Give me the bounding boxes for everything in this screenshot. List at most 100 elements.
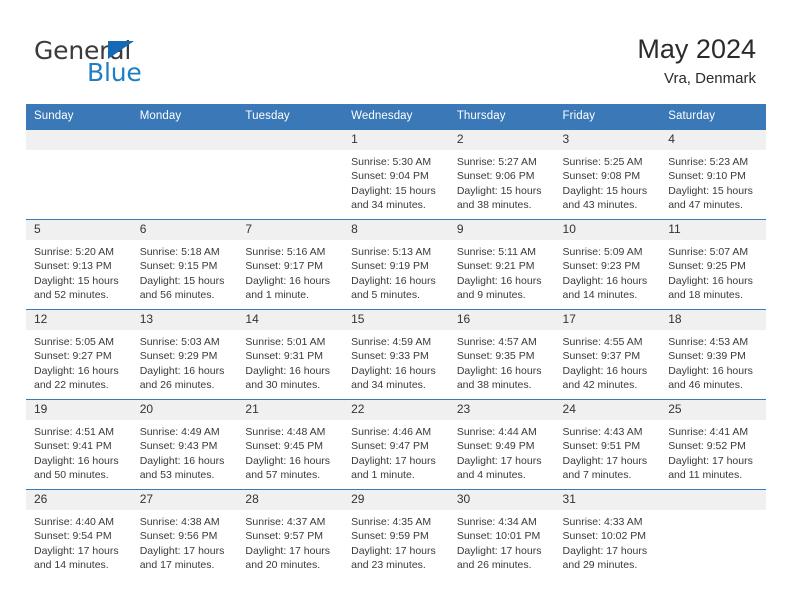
calendar-day-cell[interactable]: 12 Sunrise: 5:05 AM Sunset: 9:27 PM Dayligh… bbox=[26, 309, 132, 400]
daylight-text-line2: and 7 minutes. bbox=[562, 469, 632, 482]
calendar-week-row: 12 Sunrise: 5:05 AM Sunset: 9:27 PM Dayligh… bbox=[26, 309, 766, 400]
day-number: 21 bbox=[237, 400, 344, 420]
weekday-header-wednesday: Wednesday bbox=[343, 104, 449, 130]
day-number: 5 bbox=[26, 220, 132, 240]
day-number: 19 bbox=[26, 400, 132, 420]
calendar-day-cell[interactable]: 29 Sunrise: 4:35 AM Sunset: 9:59 PM Dayligh… bbox=[343, 489, 449, 579]
sunrise-text: Sunrise: 5:27 AM bbox=[456, 156, 537, 168]
sunrise-text: Sunrise: 5:11 AM bbox=[456, 246, 536, 258]
daylight-text-line1: Daylight: 16 hours bbox=[139, 364, 225, 377]
sunset-text: Sunset: 9:17 PM bbox=[245, 260, 324, 273]
calendar-day-cell[interactable]: 5 Sunrise: 5:20 AM Sunset: 9:13 PM Daylight… bbox=[26, 219, 132, 310]
calendar-day-cell[interactable]: 25 Sunrise: 4:41 AM Sunset: 9:52 PM Dayligh… bbox=[660, 399, 766, 490]
daylight-text-line1: Daylight: 17 hours bbox=[351, 544, 436, 557]
sunrise-text: Sunrise: 5:16 AM bbox=[245, 246, 326, 258]
daylight-text-line2: and 26 minutes. bbox=[139, 379, 215, 392]
day-details: Sunrise: 4:59 AM Sunset: 9:33 PM Daylight:… bbox=[343, 330, 449, 393]
sunrise-text: Sunrise: 5:05 AM bbox=[34, 336, 114, 348]
calendar-day-cell[interactable]: 15 Sunrise: 4:59 AM Sunset: 9:33 PM Dayligh… bbox=[343, 309, 449, 400]
title-block: May 2024 Vra, Denmark bbox=[637, 33, 756, 88]
logo-text-blue: Blue bbox=[87, 58, 142, 87]
calendar-day-cell[interactable]: 6 Sunrise: 5:18 AM Sunset: 9:15 PM Daylight… bbox=[131, 219, 238, 310]
daylight-text-line2: and 1 minute. bbox=[245, 289, 310, 302]
sunset-text: Sunset: 9:56 PM bbox=[139, 530, 218, 543]
calendar-day-cell[interactable]: 30 Sunrise: 4:34 AM Sunset: 10:01 PM Daylig… bbox=[448, 489, 555, 579]
sunrise-text: Sunrise: 4:35 AM bbox=[351, 516, 432, 528]
sunset-text: Sunset: 10:02 PM bbox=[562, 530, 646, 543]
sunset-text: Sunset: 9:33 PM bbox=[351, 350, 429, 363]
calendar-day-cell[interactable]: 4 Sunrise: 5:23 AM Sunset: 9:10 PM Daylight… bbox=[660, 129, 766, 220]
day-details: Sunrise: 4:35 AM Sunset: 9:59 PM Daylight:… bbox=[343, 510, 449, 573]
calendar-day-cell[interactable]: 24 Sunrise: 4:43 AM Sunset: 9:51 PM Dayligh… bbox=[554, 399, 661, 490]
day-number: 2 bbox=[448, 130, 555, 150]
day-number: 18 bbox=[660, 310, 766, 330]
daylight-text-line2: and 20 minutes. bbox=[245, 559, 321, 572]
calendar-day-cell[interactable]: 14 Sunrise: 5:01 AM Sunset: 9:31 PM Dayligh… bbox=[237, 309, 344, 400]
weekday-header-tuesday: Tuesday bbox=[237, 104, 344, 130]
daylight-text-line2: and 46 minutes. bbox=[668, 379, 743, 392]
calendar-week-row: 1 Sunrise: 5:30 AM Sunset: 9:04 PM Daylight… bbox=[26, 129, 766, 220]
sunrise-text: Sunrise: 4:38 AM bbox=[139, 516, 220, 528]
sunset-text: Sunset: 9:29 PM bbox=[139, 350, 218, 363]
calendar-day-cell[interactable]: 3 Sunrise: 5:25 AM Sunset: 9:08 PM Daylight… bbox=[554, 129, 661, 220]
calendar-day-cell-empty bbox=[131, 129, 238, 220]
daylight-text-line2: and 29 minutes. bbox=[562, 559, 638, 572]
sunset-text: Sunset: 9:10 PM bbox=[668, 170, 746, 183]
calendar-day-cell[interactable]: 9 Sunrise: 5:11 AM Sunset: 9:21 PM Daylight… bbox=[448, 219, 555, 310]
calendar-day-cell[interactable]: 16 Sunrise: 4:57 AM Sunset: 9:35 PM Dayligh… bbox=[448, 309, 555, 400]
weekday-header-row: Sunday Monday Tuesday Wednesday Thursday Frid… bbox=[26, 104, 766, 130]
calendar-day-cell[interactable]: 26 Sunrise: 4:40 AM Sunset: 9:54 PM Dayligh… bbox=[26, 489, 132, 579]
day-number: 20 bbox=[131, 400, 238, 420]
sunrise-text: Sunrise: 4:49 AM bbox=[139, 426, 220, 438]
calendar-day-cell[interactable]: 20 Sunrise: 4:49 AM Sunset: 9:43 PM Dayligh… bbox=[131, 399, 238, 490]
calendar-day-cell[interactable]: 28 Sunrise: 4:37 AM Sunset: 9:57 PM Dayligh… bbox=[237, 489, 344, 579]
calendar-day-cell[interactable]: 8 Sunrise: 5:13 AM Sunset: 9:19 PM Daylight… bbox=[343, 219, 449, 310]
calendar-day-cell[interactable]: 2 Sunrise: 5:27 AM Sunset: 9:06 PM Daylight… bbox=[448, 129, 555, 220]
daylight-text-line2: and 52 minutes. bbox=[34, 289, 109, 302]
calendar-day-cell[interactable]: 10 Sunrise: 5:09 AM Sunset: 9:23 PM Dayligh… bbox=[554, 219, 661, 310]
sunrise-text: Sunrise: 4:43 AM bbox=[562, 426, 643, 438]
calendar-day-cell[interactable]: 27 Sunrise: 4:38 AM Sunset: 9:56 PM Dayligh… bbox=[131, 489, 238, 579]
day-details: Sunrise: 5:03 AM Sunset: 9:29 PM Daylight:… bbox=[132, 330, 238, 393]
sunrise-text: Sunrise: 4:40 AM bbox=[34, 516, 114, 528]
daylight-text-line2: and 26 minutes. bbox=[456, 559, 532, 572]
day-details: Sunrise: 4:46 AM Sunset: 9:47 PM Daylight:… bbox=[343, 420, 449, 483]
calendar-day-cell[interactable]: 17 Sunrise: 4:55 AM Sunset: 9:37 PM Dayligh… bbox=[554, 309, 661, 400]
calendar-day-cell[interactable]: 22 Sunrise: 4:46 AM Sunset: 9:47 PM Dayligh… bbox=[343, 399, 449, 490]
day-details: Sunrise: 5:11 AM Sunset: 9:21 PM Daylight:… bbox=[449, 240, 555, 303]
logo-triangle-icon bbox=[108, 41, 134, 59]
weekday-header-saturday: Saturday bbox=[660, 104, 766, 130]
day-number: 3 bbox=[554, 130, 661, 150]
day-details: Sunrise: 4:33 AM Sunset: 10:02 PM Daylight… bbox=[555, 510, 661, 573]
daylight-text-line1: Daylight: 17 hours bbox=[562, 454, 648, 467]
sunset-text: Sunset: 9:08 PM bbox=[562, 170, 641, 183]
calendar-week-row: 26 Sunrise: 4:40 AM Sunset: 9:54 PM Dayligh… bbox=[26, 489, 766, 579]
sunset-text: Sunset: 9:06 PM bbox=[456, 170, 535, 183]
calendar-day-cell[interactable]: 31 Sunrise: 4:33 AM Sunset: 10:02 PM Daylig… bbox=[554, 489, 661, 579]
calendar-day-cell[interactable]: 1 Sunrise: 5:30 AM Sunset: 9:04 PM Daylight… bbox=[343, 129, 449, 220]
day-details: Sunrise: 4:55 AM Sunset: 9:37 PM Daylight:… bbox=[555, 330, 661, 393]
calendar-day-cell[interactable]: 21 Sunrise: 4:48 AM Sunset: 9:45 PM Dayligh… bbox=[237, 399, 344, 490]
general-blue-logo[interactable]: General Blue bbox=[34, 38, 254, 88]
calendar-day-cell[interactable]: 13 Sunrise: 5:03 AM Sunset: 9:29 PM Dayligh… bbox=[131, 309, 238, 400]
sunrise-text: Sunrise: 5:25 AM bbox=[562, 156, 643, 168]
day-number: 13 bbox=[131, 310, 238, 330]
daylight-text-line2: and 38 minutes. bbox=[456, 379, 532, 392]
sunrise-text: Sunrise: 5:18 AM bbox=[139, 246, 220, 258]
daylight-text-line2: and 5 minutes. bbox=[351, 289, 420, 302]
daylight-text-line2: and 1 minute. bbox=[351, 469, 415, 482]
calendar-day-cell[interactable]: 18 Sunrise: 4:53 AM Sunset: 9:39 PM Dayligh… bbox=[660, 309, 766, 400]
calendar-day-cell[interactable]: 19 Sunrise: 4:51 AM Sunset: 9:41 PM Dayligh… bbox=[26, 399, 132, 490]
calendar-day-cell[interactable]: 23 Sunrise: 4:44 AM Sunset: 9:49 PM Dayligh… bbox=[448, 399, 555, 490]
page-subtitle-location: Vra, Denmark bbox=[664, 70, 756, 87]
weekday-header-thursday: Thursday bbox=[448, 104, 555, 130]
day-number: 14 bbox=[237, 310, 344, 330]
daylight-text-line1: Daylight: 16 hours bbox=[456, 274, 542, 287]
sunset-text: Sunset: 9:13 PM bbox=[34, 260, 112, 273]
calendar-day-cell[interactable]: 11 Sunrise: 5:07 AM Sunset: 9:25 PM Dayligh… bbox=[660, 219, 766, 310]
daylight-text-line1: Daylight: 15 hours bbox=[351, 184, 436, 197]
calendar-day-cell[interactable]: 7 Sunrise: 5:16 AM Sunset: 9:17 PM Daylight… bbox=[237, 219, 344, 310]
daylight-text-line2: and 38 minutes. bbox=[456, 199, 532, 212]
day-details: Sunrise: 5:25 AM Sunset: 9:08 PM Daylight:… bbox=[555, 150, 661, 213]
page-header: General Blue May 2024 Vra, Denmark bbox=[0, 0, 792, 100]
